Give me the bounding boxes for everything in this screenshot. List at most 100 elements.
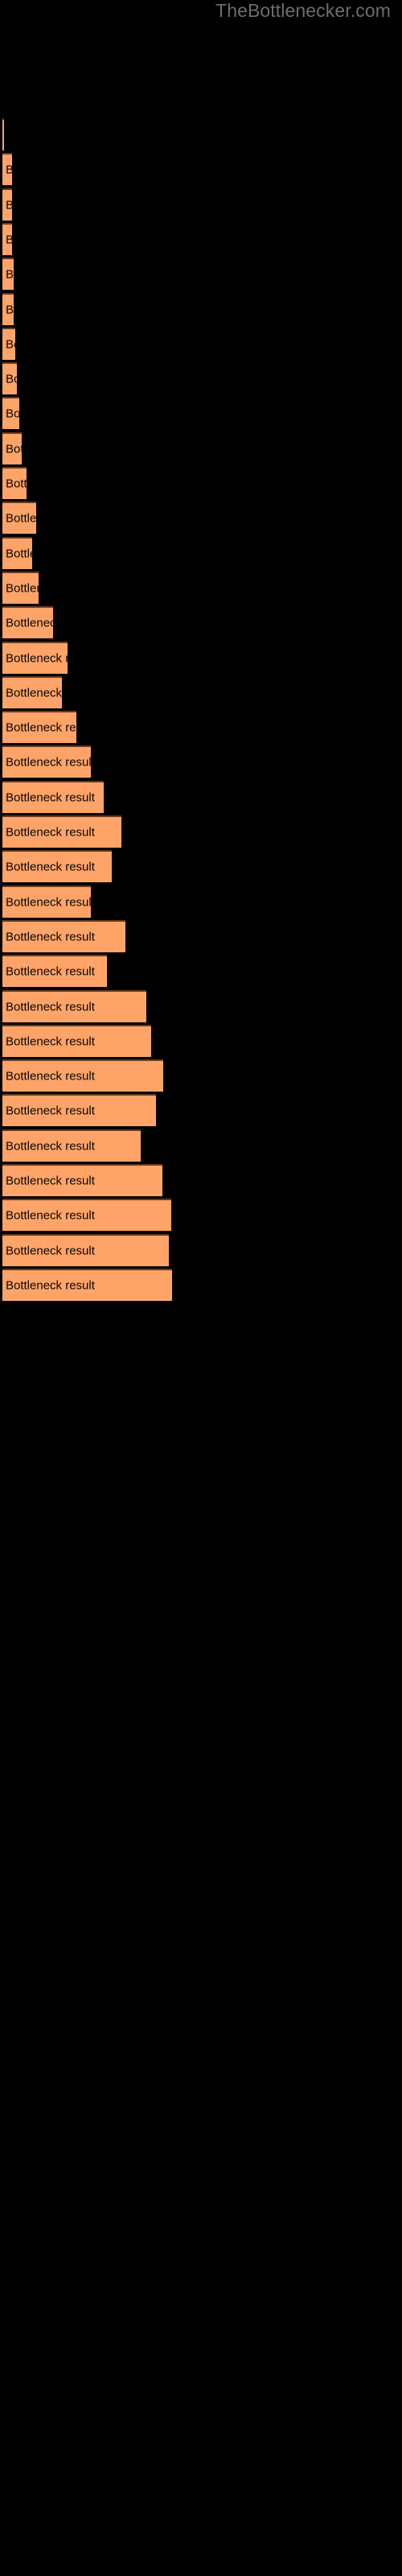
chart-bar[interactable]: Bottleneck result (2, 327, 15, 360)
bar-row: Bottleneck result (0, 745, 402, 778)
chart-bar[interactable]: Bottleneck result (2, 467, 27, 499)
bar-value-label: Bottleneck result (6, 267, 14, 282)
bar-value-label: Bottleneck result (6, 372, 17, 386)
bar-value-label: Bottleneck result (6, 1208, 95, 1223)
bar-row: Bottleneck result (0, 222, 402, 255)
chart-bar[interactable]: Bottleneck result (2, 989, 146, 1022)
bar-row: Bottleneck result (0, 327, 402, 360)
bar-value-label: Bottleneck result (6, 407, 19, 421)
bar-value-label: Bottleneck result (6, 442, 22, 456)
chart-bar[interactable]: Bottleneck result (2, 815, 121, 848)
chart-bar[interactable]: Bottleneck result (2, 606, 53, 639)
chart-bar[interactable]: Bottleneck result (2, 641, 68, 674)
chart-bar[interactable]: Bottleneck result (2, 1233, 169, 1266)
bar-value-label: Bottleneck result (6, 303, 14, 316)
chart-bar[interactable]: Bottleneck result (2, 745, 91, 778)
chart-bar[interactable]: Bottleneck result (2, 780, 104, 813)
bar-row: Bottleneck result (0, 780, 402, 813)
chart-bar[interactable]: Bottleneck result (2, 536, 32, 569)
bar-value-label: Bottleneck result (6, 198, 12, 212)
bar-value-label: Bottleneck result (6, 1278, 95, 1293)
page-root: TheBottlenecker.com Bottleneck resultBot… (0, 0, 402, 2576)
chart-bar[interactable]: Bottleneck result (2, 431, 22, 464)
chart-bar[interactable]: Bottleneck result (2, 955, 107, 988)
chart-bar[interactable]: Bottleneck result (2, 1024, 151, 1057)
bar-row: Bottleneck result (0, 188, 402, 221)
chart-bar[interactable]: Bottleneck result (2, 292, 14, 325)
chart-bar[interactable]: Bottleneck result (2, 1094, 156, 1127)
bar-row: Bottleneck result (0, 431, 402, 464)
bar-value-label: Bottleneck result (6, 477, 27, 491)
chart-bar[interactable]: Bottleneck result (2, 571, 39, 604)
bar-value-label: Bottleneck result (6, 1139, 95, 1154)
bar-row: Bottleneck result (0, 641, 402, 674)
chart-bar[interactable]: Bottleneck result (2, 397, 19, 430)
bar-value-label: Bottleneck result (6, 1034, 95, 1049)
chart-bar[interactable]: Bottleneck result (2, 258, 14, 291)
bar-row: Bottleneck result (0, 989, 402, 1022)
bar-row: Bottleneck result (0, 1059, 402, 1092)
bar-row: Bottleneck result (0, 536, 402, 569)
chart-bar[interactable]: Bottleneck result (2, 118, 4, 151)
bar-value-label: Bottleneck result (6, 547, 32, 561)
bar-value-label: Bottleneck result (6, 1069, 95, 1084)
chart-plot-area: Bottleneck result Bottleneck result Bottle… (0, 0, 402, 2576)
bar-value-label: Bottleneck result (6, 1104, 95, 1118)
bar-row: Bottleneck result (0, 153, 402, 186)
bar-row: Bottleneck result (0, 919, 402, 952)
bar-row: Bottleneck result (0, 1268, 402, 1301)
chart-bar[interactable]: Bottleneck result (2, 188, 12, 221)
chart-bar[interactable]: Bottleneck result (2, 362, 17, 395)
chart-bar[interactable]: Bottleneck result (2, 1268, 172, 1301)
bar-value-label: Bottleneck result (6, 511, 36, 526)
bar-row: Bottleneck result (0, 711, 402, 744)
bar-value-label: Bottleneck result (6, 337, 15, 352)
bar-value-label: Bottleneck result (6, 1000, 95, 1013)
chart-bar[interactable]: Bottleneck result (2, 711, 76, 744)
bar-value-label: Bottleneck result (6, 720, 76, 735)
bar-value-label: Bottleneck result (6, 895, 91, 910)
chart-bar[interactable]: Bottleneck result (2, 1164, 162, 1196)
bar-row: Bottleneck result (0, 1164, 402, 1196)
bar-value-label: Bottleneck result (6, 233, 12, 246)
bar-value-label: Bottleneck result (6, 964, 95, 979)
bar-row: Bottleneck result (0, 1199, 402, 1232)
bar-row: Bottleneck result (0, 1129, 402, 1162)
bar-value-label: Bottleneck result (6, 825, 95, 840)
bottleneck-bar-chart: Bottleneck result Bottleneck result Bottle… (0, 0, 402, 2576)
chart-bar[interactable]: Bottleneck result (2, 502, 36, 535)
chart-bar[interactable]: Bottleneck result (2, 1199, 171, 1232)
bar-row: Bottleneck result (0, 1233, 402, 1266)
chart-bar[interactable]: Bottleneck result (2, 153, 12, 186)
bar-value-label: Bottleneck result (6, 651, 68, 665)
bar-row: Bottleneck result (0, 258, 402, 291)
chart-bar[interactable]: Bottleneck result (2, 850, 112, 883)
chart-bar[interactable]: Bottleneck result (2, 675, 62, 708)
bar-row: Bottleneck result (0, 1094, 402, 1127)
chart-bar[interactable]: Bottleneck result (2, 1059, 163, 1092)
bar-value-label: Bottleneck result (6, 616, 53, 630)
bar-row: Bottleneck result (0, 675, 402, 708)
bar-row: Bottleneck result (0, 815, 402, 848)
bar-row: Bottleneck result (0, 118, 402, 151)
bar-row: Bottleneck result (0, 885, 402, 918)
bar-row: Bottleneck result (0, 850, 402, 883)
bar-row: Bottleneck result (0, 292, 402, 325)
bar-row: Bottleneck result (0, 502, 402, 535)
bar-row: Bottleneck result (0, 571, 402, 604)
bar-row: Bottleneck result (0, 467, 402, 499)
bar-value-label: Bottleneck result (6, 1174, 95, 1188)
bar-row: Bottleneck result (0, 1024, 402, 1057)
bar-row: Bottleneck result (0, 606, 402, 639)
bar-value-label: Bottleneck result (6, 791, 95, 805)
chart-bar[interactable]: Bottleneck result (2, 1129, 141, 1162)
bar-value-label: Bottleneck result (6, 1244, 95, 1258)
bar-value-label: Bottleneck result (6, 686, 62, 700)
bar-row: Bottleneck result (0, 955, 402, 988)
bar-value-label: Bottleneck result (6, 163, 12, 177)
chart-bar[interactable]: Bottleneck result (2, 222, 12, 255)
chart-bar[interactable]: Bottleneck result (2, 885, 91, 918)
bar-value-label: Bottleneck result (6, 755, 91, 770)
bar-value-label: Bottleneck result (6, 581, 39, 596)
chart-bar[interactable]: Bottleneck result (2, 919, 125, 952)
